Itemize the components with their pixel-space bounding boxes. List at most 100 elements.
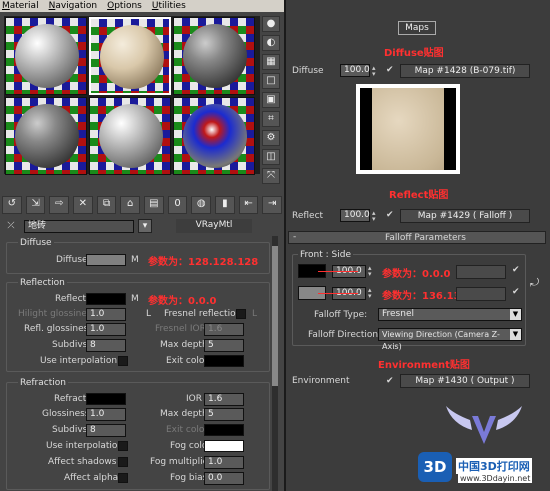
maps-environment-checkbox[interactable]: ✔ bbox=[386, 376, 394, 386]
go-parent-icon[interactable]: ⇤ bbox=[238, 196, 259, 214]
sample-slot[interactable] bbox=[173, 17, 255, 95]
maps-environment-map-button[interactable]: Map #1430 ( Output ) bbox=[400, 374, 530, 388]
hilight-lock-button[interactable]: L bbox=[146, 309, 151, 319]
refr-use-interpolation-checkbox[interactable] bbox=[118, 441, 128, 451]
ior-field[interactable]: 1.6 bbox=[204, 393, 244, 406]
side-amount-spinner[interactable]: ▴ ▾ bbox=[368, 287, 374, 300]
refr-subdivs-label: Subdivs bbox=[52, 425, 88, 435]
falloff-rollout-header[interactable]: - Falloff Parameters bbox=[288, 231, 546, 244]
falloff-type-select[interactable]: Fresnel ▼ bbox=[378, 308, 522, 321]
refract-color-swatch[interactable] bbox=[86, 393, 126, 405]
put-to-scene-icon[interactable]: ⇲ bbox=[25, 196, 46, 214]
material-name-dropdown[interactable]: ▾ bbox=[138, 219, 152, 233]
backlight-icon[interactable]: ◐ bbox=[262, 35, 280, 51]
glossiness-field[interactable]: 1.0 bbox=[86, 408, 126, 421]
sample-slot[interactable] bbox=[89, 97, 171, 175]
left-scrollbar[interactable] bbox=[272, 236, 278, 491]
select-by-material-icon[interactable]: ◫ bbox=[262, 149, 280, 165]
affect-shadows-label: Affect shadows bbox=[48, 457, 117, 467]
use-interpolation-checkbox[interactable] bbox=[118, 356, 128, 366]
fresnel-lock-button[interactable]: L bbox=[252, 309, 257, 319]
material-type-button[interactable]: VRayMtl bbox=[176, 219, 252, 233]
diffuse-group-title: Diffuse bbox=[18, 238, 54, 248]
diffuse-map-button[interactable]: M bbox=[131, 255, 139, 265]
front-map-checkbox[interactable]: ✔ bbox=[512, 265, 520, 275]
front-annotation: 参数为：0.0.0 bbox=[382, 269, 451, 280]
material-name-field[interactable]: 地砖 bbox=[24, 219, 134, 233]
reset-icon[interactable]: ✕ bbox=[73, 196, 93, 214]
video-check-icon[interactable]: ▣ bbox=[262, 92, 280, 108]
annotation-arrow-front bbox=[318, 271, 358, 272]
fog-multiplier-field[interactable]: 1.0 bbox=[204, 456, 244, 469]
affect-shadows-checkbox[interactable] bbox=[118, 457, 128, 467]
maps-diffuse-spinner[interactable]: ▴ ▾ bbox=[372, 65, 378, 78]
options-icon[interactable]: ⚙ bbox=[262, 130, 280, 146]
reflect-map-button[interactable]: M bbox=[131, 294, 139, 304]
sphere-icon[interactable]: ● bbox=[262, 16, 280, 32]
sample-slot[interactable] bbox=[5, 97, 87, 175]
swap-colors-icon[interactable]: ⤾ bbox=[530, 276, 539, 290]
glossiness-label: Glossiness bbox=[42, 409, 90, 419]
falloff-direction-select[interactable]: Viewing Direction (Camera Z-Axis) ▼ bbox=[378, 328, 522, 351]
go-sibling-icon[interactable]: ⇥ bbox=[262, 196, 283, 214]
side-map-checkbox[interactable]: ✔ bbox=[512, 287, 520, 297]
copy-icon[interactable]: ⧉ bbox=[96, 196, 117, 214]
exit-color-swatch[interactable] bbox=[204, 355, 244, 367]
diffuse-color-swatch[interactable] bbox=[86, 254, 126, 266]
reflect-color-swatch[interactable] bbox=[86, 293, 126, 305]
max-depth-label: Max depth bbox=[160, 340, 208, 350]
put-library-icon[interactable]: ▤ bbox=[144, 196, 164, 214]
menu-utilities[interactable]: Utilities bbox=[152, 1, 186, 11]
show-map-icon[interactable]: ◍ bbox=[191, 196, 212, 214]
front-side-title: Front : Side bbox=[298, 250, 353, 260]
use-interpolation-label: Use interpolation bbox=[40, 356, 118, 366]
menu-material[interactable]: Material bbox=[2, 1, 39, 11]
fresnel-ior-field[interactable]: 1.6 bbox=[204, 323, 244, 336]
pick-icon[interactable]: ⤧ bbox=[262, 168, 280, 184]
sample-slot-selected[interactable] bbox=[89, 17, 171, 95]
hilight-glossiness-field[interactable]: 1.0 bbox=[86, 308, 126, 321]
side-toolbar: ● ◐ ▦ □ ▣ ⌗ ⚙ ◫ ⤧ bbox=[262, 16, 282, 186]
make-preview-icon[interactable]: ⌗ bbox=[262, 111, 280, 127]
affect-alpha-checkbox[interactable] bbox=[118, 473, 128, 483]
refl-glossiness-field[interactable]: 1.0 bbox=[86, 323, 126, 336]
falloff-rollout-toggle[interactable]: - bbox=[293, 232, 296, 242]
menu-options[interactable]: Options bbox=[107, 1, 142, 11]
sample-uv-icon[interactable]: □ bbox=[262, 73, 280, 89]
side-map-button[interactable] bbox=[456, 287, 506, 301]
maps-reflect-map-button[interactable]: Map #1429 ( Falloff ) bbox=[400, 209, 530, 223]
assign-icon[interactable]: ⇨ bbox=[49, 196, 70, 214]
maps-reflect-spinner[interactable]: ▴ ▾ bbox=[372, 210, 378, 223]
watermark-url: www.3Ddayin.net bbox=[458, 474, 533, 483]
unique-icon[interactable]: ⌂ bbox=[120, 196, 141, 214]
checker-icon[interactable]: ▦ bbox=[262, 54, 280, 70]
show-end-icon[interactable]: ▮ bbox=[215, 196, 235, 214]
fog-multiplier-label: Fog multiplier bbox=[150, 457, 212, 467]
refr-max-depth-field[interactable]: 5 bbox=[204, 408, 244, 421]
pick-icon[interactable]: ↺ bbox=[2, 196, 22, 214]
maps-reflect-amount[interactable]: 100.0 bbox=[340, 209, 370, 222]
maps-diffuse-checkbox[interactable]: ✔ bbox=[386, 65, 394, 75]
menu-navigation[interactable]: Navigation bbox=[49, 1, 98, 11]
eyedropper-icon[interactable]: ⤫ bbox=[2, 221, 20, 231]
diffuse-map-preview bbox=[356, 84, 460, 174]
sample-slot[interactable] bbox=[5, 17, 87, 95]
tile-texture-image bbox=[360, 88, 456, 170]
refr-exit-color-swatch[interactable] bbox=[204, 424, 244, 436]
fog-color-swatch[interactable] bbox=[204, 440, 244, 452]
refr-subdivs-field[interactable]: 8 bbox=[86, 424, 126, 437]
maps-reflect-checkbox[interactable]: ✔ bbox=[386, 210, 394, 220]
maps-rollout-button[interactable]: Maps bbox=[398, 21, 436, 35]
watermark-site-name: 中国3D打印网 bbox=[456, 458, 532, 474]
max-depth-field[interactable]: 5 bbox=[204, 339, 244, 352]
subdivs-field[interactable]: 8 bbox=[86, 339, 126, 352]
fog-bias-field[interactable]: 0.0 bbox=[204, 472, 244, 485]
maps-diffuse-map-button[interactable]: Map #1428 (B-079.tif) bbox=[400, 64, 530, 78]
scrollbar-thumb[interactable] bbox=[272, 246, 278, 386]
fresnel-reflections-checkbox[interactable] bbox=[236, 309, 246, 319]
effects-channel-icon[interactable]: 0 bbox=[167, 196, 188, 214]
maps-diffuse-amount[interactable]: 100.0 bbox=[340, 64, 370, 77]
sample-slot[interactable] bbox=[173, 97, 255, 175]
front-amount-spinner[interactable]: ▴ ▾ bbox=[368, 265, 374, 278]
front-map-button[interactable] bbox=[456, 265, 506, 279]
